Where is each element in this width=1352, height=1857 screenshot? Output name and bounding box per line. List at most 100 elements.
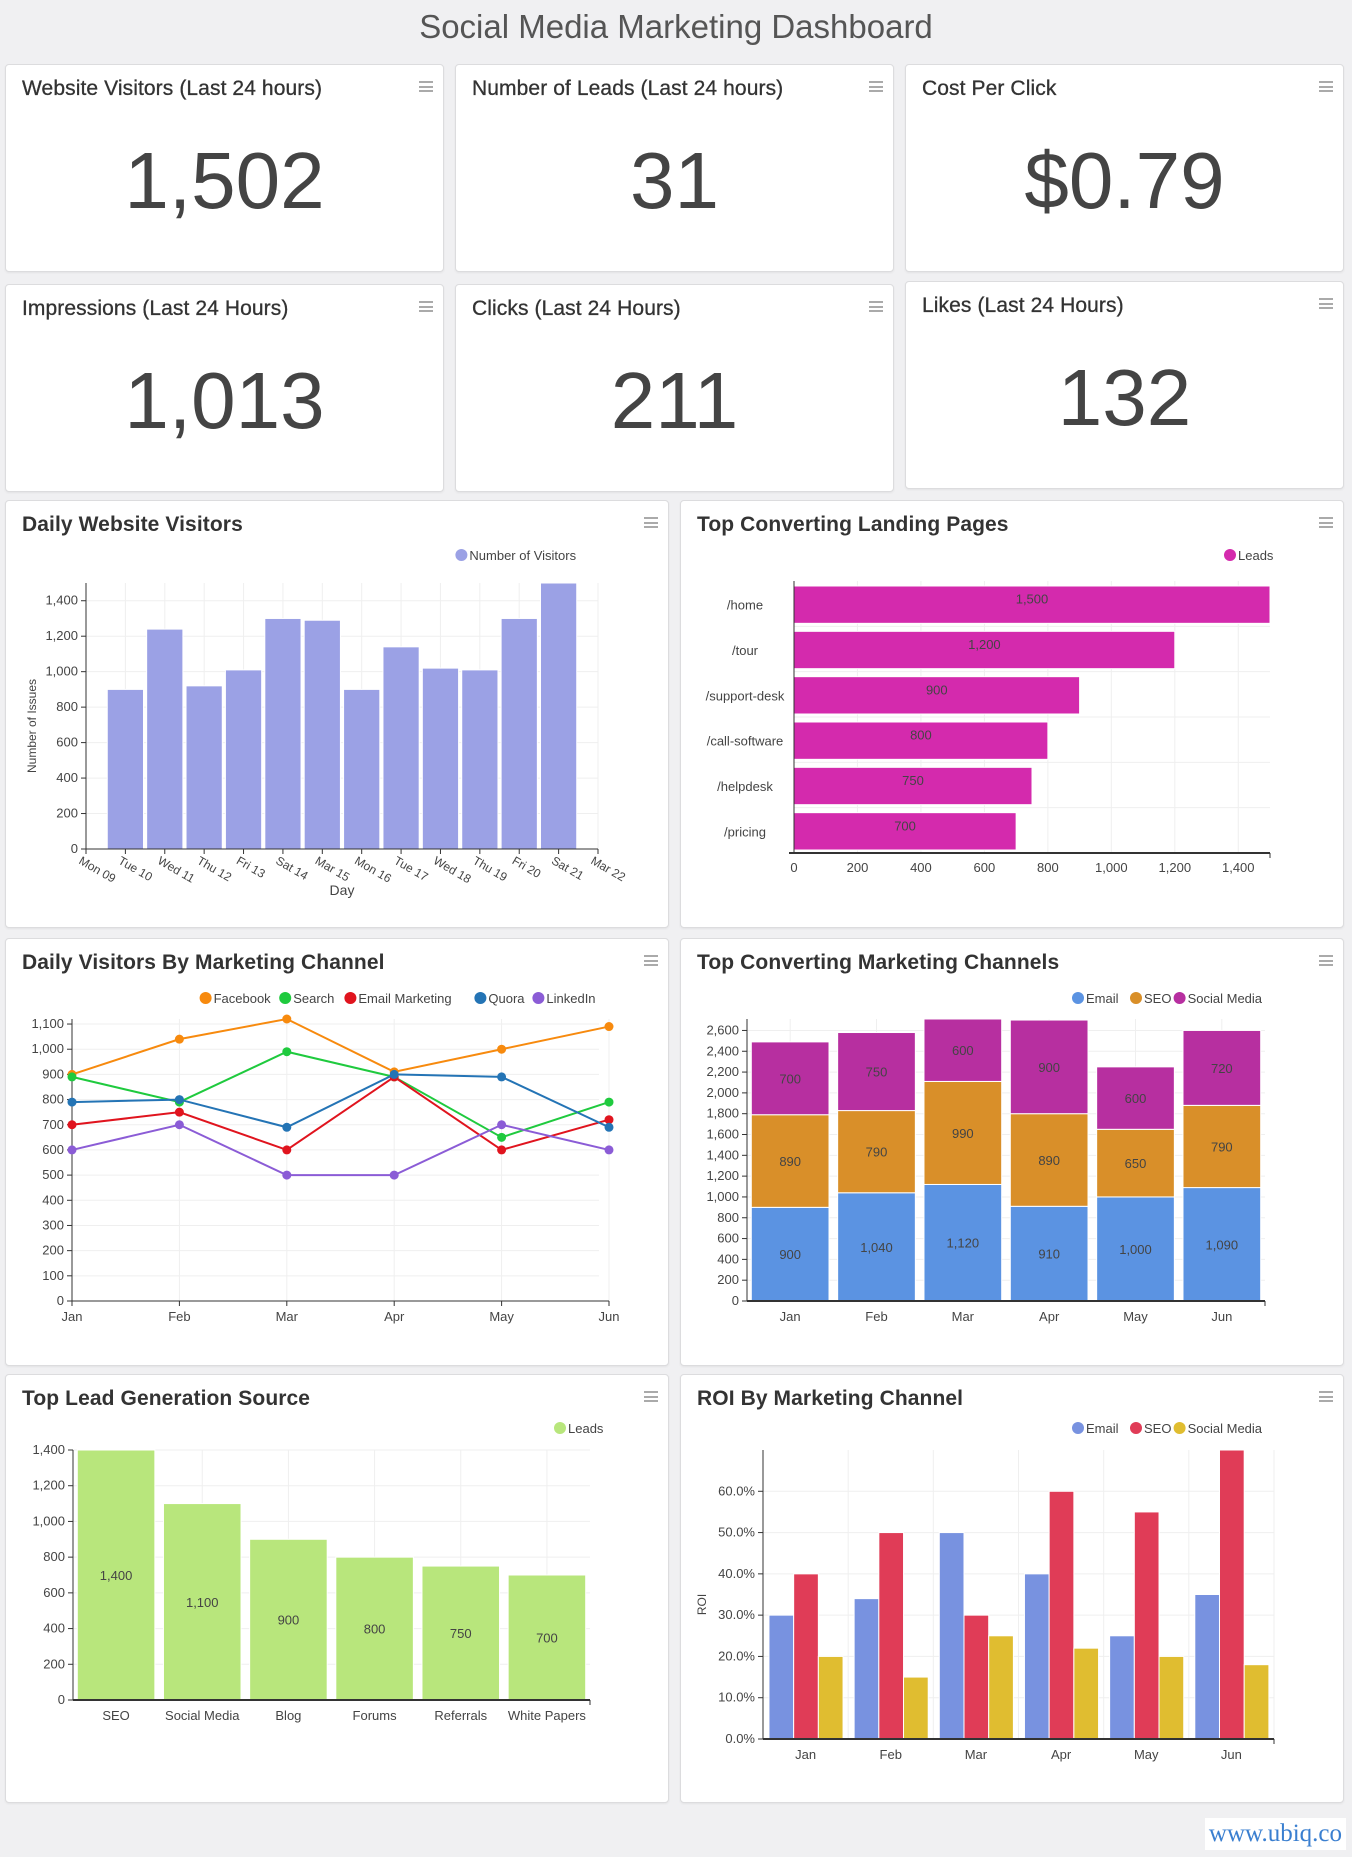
data-label: 790 — [1211, 1139, 1233, 1154]
y-tick-label: 2,600 — [706, 1022, 739, 1037]
data-label: 900 — [278, 1613, 300, 1628]
data-point — [174, 1107, 184, 1117]
bar — [382, 646, 420, 850]
y-tick-label: 600 — [42, 1142, 64, 1157]
legend-marker-icon — [1173, 1422, 1186, 1434]
data-label: 890 — [779, 1154, 801, 1169]
y-tick-label: 50.0% — [718, 1525, 755, 1540]
legend-marker-icon — [279, 992, 292, 1004]
data-point — [604, 1022, 614, 1032]
data-point — [282, 1170, 292, 1180]
bar — [938, 1532, 965, 1740]
data-label: 750 — [866, 1065, 888, 1080]
data-point — [282, 1122, 292, 1132]
y-tick-label: 1,800 — [706, 1106, 739, 1121]
data-label: 1,120 — [947, 1236, 980, 1251]
legend-item: Social Media — [1188, 1421, 1263, 1436]
series-line — [71, 1017, 610, 1076]
y-tick-label: 10.0% — [718, 1690, 755, 1705]
chart-card-roi-by-channel: ROI By Marketing Channel 0.0% 10.0% 20.0% 3… — [680, 1374, 1344, 1803]
data-point — [67, 1072, 77, 1082]
y-tick-label: 40.0% — [718, 1566, 755, 1581]
data-point — [67, 1097, 77, 1107]
data-point — [497, 1132, 507, 1142]
x-tick-label: Jan — [62, 1309, 83, 1324]
y-tick-label: 60.0% — [718, 1483, 755, 1498]
y-tick-label: 600 — [56, 735, 78, 750]
x-tick-label: Mar 15 — [313, 853, 353, 884]
x-tick-label: Apr — [1039, 1309, 1060, 1324]
data-point — [174, 1095, 184, 1105]
data-point — [67, 1145, 77, 1155]
kpi-value: 1,013 — [124, 356, 325, 445]
x-tick-label: 400 — [910, 860, 932, 875]
bar — [1023, 1573, 1050, 1740]
hamburger-menu-icon[interactable] — [869, 81, 883, 92]
y-tick-label: 20.0% — [718, 1648, 755, 1663]
data-label: 700 — [779, 1071, 801, 1086]
x-tick-label: 600 — [974, 860, 996, 875]
y-tick-label: 200 — [42, 1243, 64, 1258]
y-tick-label: 1,200 — [706, 1168, 739, 1183]
y-tick-label: 300 — [42, 1217, 64, 1232]
y-tick-label: 900 — [42, 1066, 64, 1081]
y-tick-label: 400 — [717, 1251, 739, 1266]
legend-marker-icon — [1173, 992, 1186, 1004]
x-tick-label: 1,200 — [1159, 860, 1192, 875]
x-tick-label: Jan — [780, 1309, 801, 1324]
x-tick-label: Forums — [353, 1708, 398, 1723]
page-title: Social Media Marketing Dashboard — [419, 8, 933, 45]
y-axis-label: ROI — [695, 1594, 709, 1615]
bar — [1048, 1490, 1075, 1740]
kpi-card-number-of-leads: Number of Leads (Last 24 hours) 31 — [455, 64, 894, 272]
data-point — [389, 1069, 399, 1079]
footer-link[interactable]: www.ubiq.co — [1204, 1818, 1346, 1850]
hamburger-menu-icon[interactable] — [1319, 298, 1333, 309]
y-tick-label: 1,400 — [45, 593, 78, 608]
data-point — [174, 1034, 184, 1044]
y-tick-label: 800 — [56, 699, 78, 714]
bar — [461, 669, 499, 850]
legend-item: Email Marketing — [358, 991, 451, 1006]
y-tick-label: /support-desk — [706, 688, 785, 703]
x-tick-label: Mon 09 — [77, 853, 119, 885]
legend-marker-icon — [1072, 992, 1084, 1004]
x-tick-label: Sat 21 — [549, 853, 586, 883]
y-tick-label: 400 — [43, 1621, 65, 1636]
bar — [146, 628, 184, 850]
data-label: 750 — [450, 1626, 472, 1641]
y-axis-label: Number of Issues — [25, 679, 39, 773]
hamburger-menu-icon[interactable] — [1319, 81, 1333, 92]
y-tick-label: /call-software — [707, 734, 784, 749]
roi-by-channel-chart: 0.0% 10.0% 20.0% 30.0% 40.0% 50.0% 60.0% Jan Feb… — [695, 1421, 1275, 1762]
y-tick-label: 800 — [717, 1210, 739, 1225]
x-tick-label: May — [489, 1309, 514, 1324]
series-line — [71, 1073, 610, 1129]
bar — [343, 688, 381, 850]
data-label: 600 — [952, 1043, 974, 1058]
daily-visitors-chart: 0 200 400 600 800 1,000 1,200 1,400 Mon 09Tue 10… — [25, 548, 628, 898]
x-tick-label: Mon 16 — [352, 853, 394, 885]
data-label: 650 — [1125, 1156, 1147, 1171]
bar — [106, 688, 145, 850]
legend-item: LinkedIn — [546, 991, 595, 1006]
data-point — [389, 1170, 399, 1180]
kpi-value: 1,502 — [124, 136, 325, 225]
x-tick-label: Tue 17 — [392, 853, 431, 884]
x-tick-label: May — [1134, 1747, 1159, 1762]
data-point — [497, 1072, 507, 1082]
y-tick-label: 1,000 — [32, 1513, 65, 1528]
bar — [817, 1655, 844, 1740]
hamburger-menu-icon[interactable] — [419, 301, 433, 312]
data-label: 600 — [1125, 1091, 1147, 1106]
data-point — [282, 1014, 292, 1024]
data-label: 800 — [910, 728, 932, 743]
bar — [421, 667, 460, 850]
hamburger-menu-icon[interactable] — [869, 301, 883, 312]
x-tick-label: 1,400 — [1222, 860, 1255, 875]
x-tick-label: SEO — [102, 1708, 129, 1723]
data-point — [497, 1044, 507, 1054]
legend-item: Email — [1086, 991, 1119, 1006]
hamburger-menu-icon[interactable] — [419, 81, 433, 92]
y-tick-label: 0 — [732, 1293, 739, 1308]
